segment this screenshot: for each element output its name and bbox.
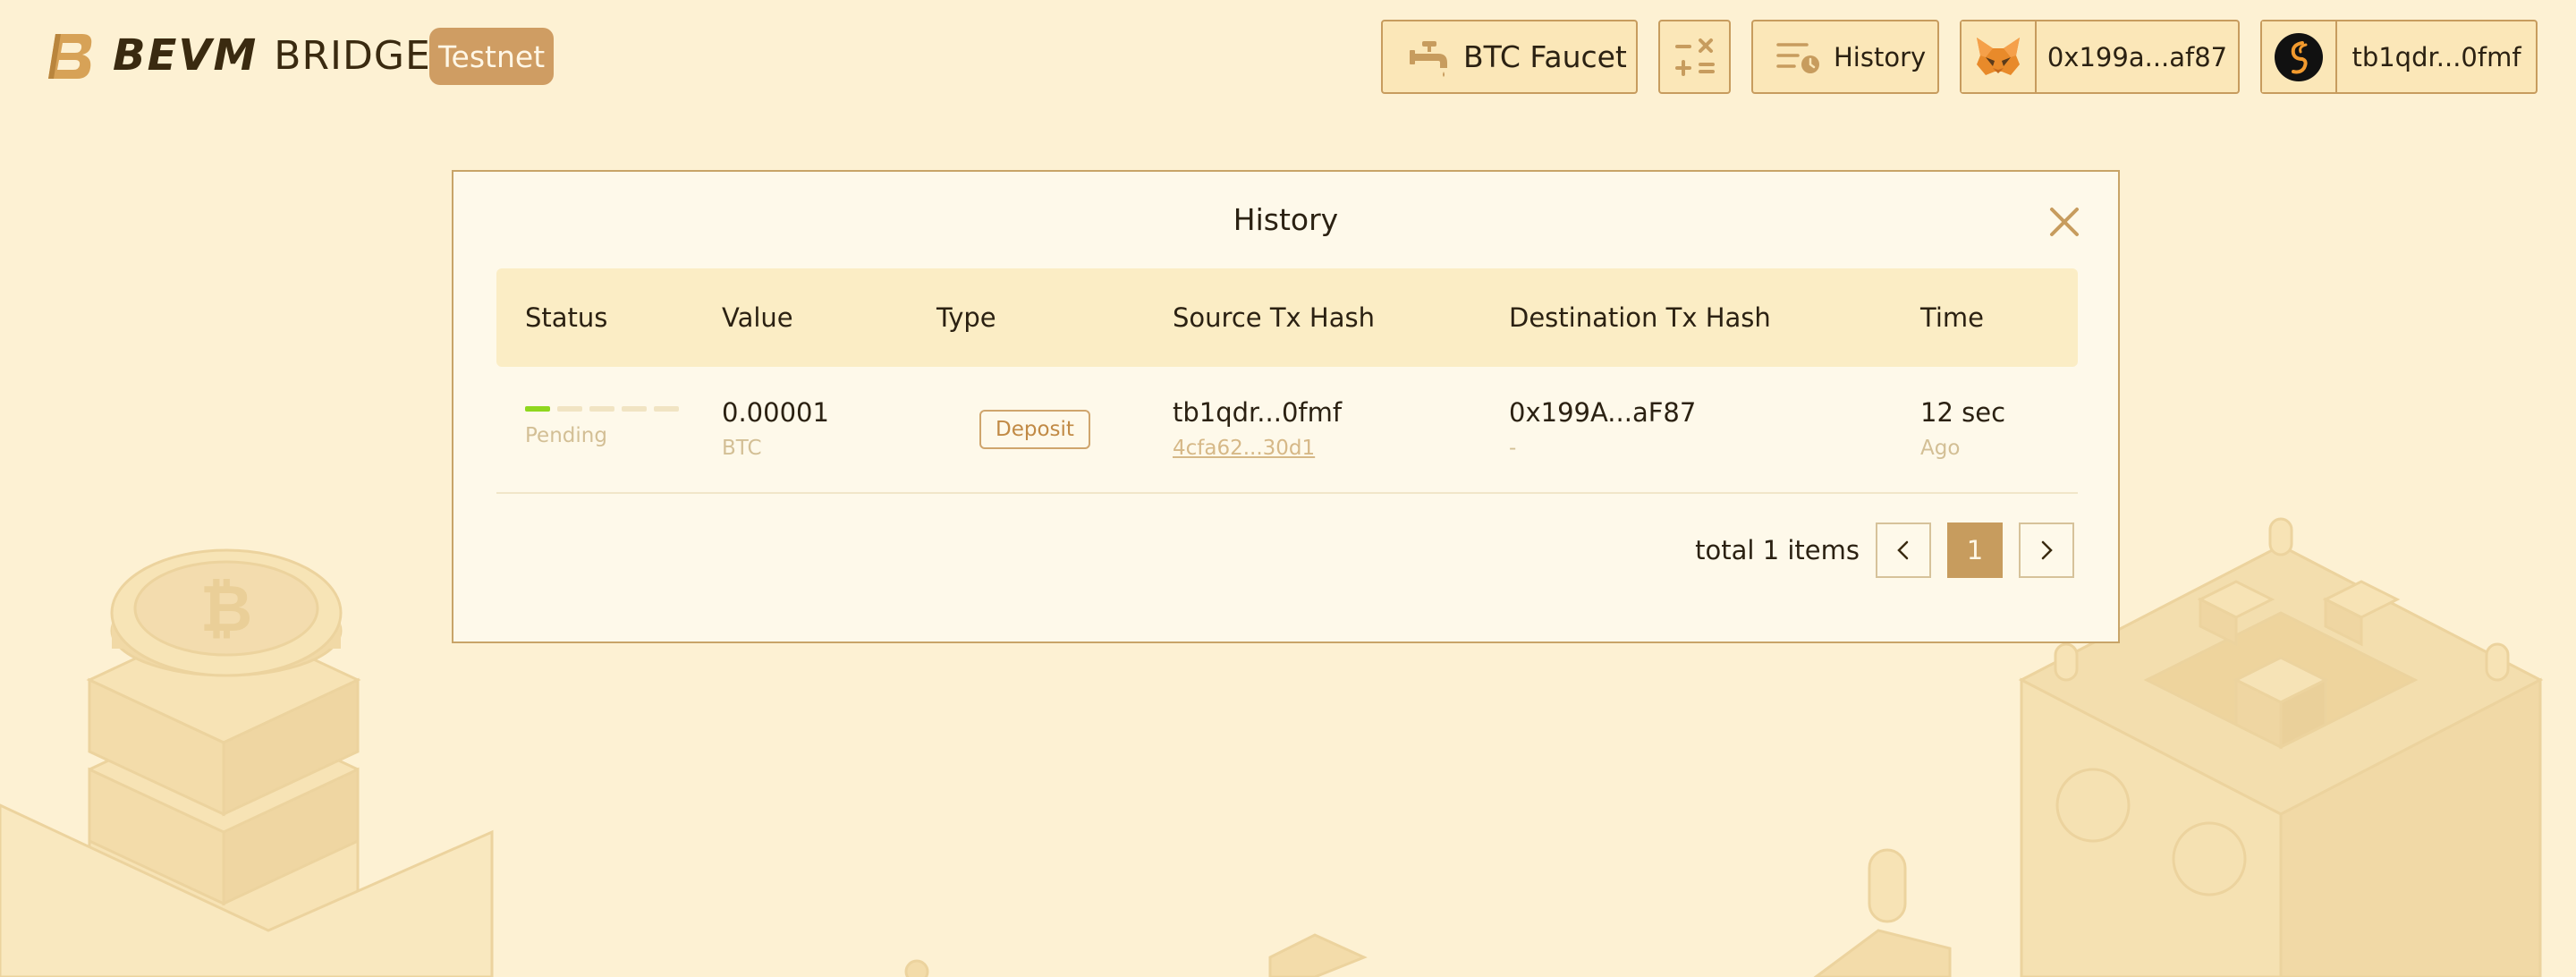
next-page-button[interactable] <box>2019 522 2074 578</box>
history-list-icon <box>1776 42 1819 73</box>
btc-wallet-address: tb1qdr...0fmf <box>2351 41 2521 72</box>
bevm-logo-icon <box>48 34 92 79</box>
column-header-value: Value <box>722 302 793 333</box>
prev-page-button[interactable] <box>1876 522 1931 578</box>
history-modal: History Status Value Type Source Tx Hash… <box>452 170 2120 643</box>
history-button[interactable]: History <box>1751 20 1939 94</box>
brand-logo[interactable]: BEVM BRIDGE <box>43 27 431 84</box>
destination-tx: - <box>1509 437 1517 460</box>
progress-step <box>589 406 614 412</box>
table-header: Status Value Type Source Tx Hash Destina… <box>496 268 2078 367</box>
column-header-destination-tx: Destination Tx Hash <box>1509 302 1771 333</box>
btc-faucet-button[interactable]: BTC Faucet <box>1381 20 1638 94</box>
pagination-total: total 1 items <box>1695 535 1860 565</box>
brand-name-bevm: BEVM <box>113 30 258 81</box>
column-header-source-tx: Source Tx Hash <box>1173 302 1375 333</box>
faucet-icon <box>1410 40 1447 77</box>
btc-wallet-button[interactable]: tb1qdr...0fmf <box>2260 20 2538 94</box>
table-row[interactable]: Pending 0.00001 BTC Deposit tb1qdr...0fm… <box>496 367 2078 494</box>
time-ago: Ago <box>1920 437 1961 460</box>
modal-title: History <box>1233 202 1339 237</box>
close-button[interactable] <box>2046 204 2082 240</box>
metamask-icon-box <box>1962 21 2037 92</box>
calculator-button[interactable] <box>1658 20 1731 94</box>
close-icon <box>2050 208 2079 236</box>
progress-step <box>557 406 582 412</box>
svg-text:₿: ₿ <box>200 571 253 646</box>
progress-step <box>622 406 647 412</box>
source-tx-link[interactable]: 4cfa62...30d1 <box>1173 437 1315 460</box>
history-label: History <box>1834 41 1927 72</box>
chevron-left-icon <box>1897 540 1909 560</box>
brand-name-bridge: BRIDGE <box>274 32 431 79</box>
status-progress-bar <box>525 406 679 412</box>
calculator-icon <box>1674 38 1715 76</box>
chevron-right-icon <box>2041 540 2053 560</box>
column-header-time: Time <box>1920 302 1984 333</box>
network-badge: Testnet <box>429 28 555 85</box>
metamask-fox-icon <box>1977 37 2020 75</box>
status-text: Pending <box>525 424 607 447</box>
progress-step-done <box>525 406 550 412</box>
time-value: 12 sec <box>1920 397 2006 428</box>
btc-wallet-icon <box>2275 32 2323 81</box>
source-address: tb1qdr...0fmf <box>1173 397 1343 428</box>
btc-wallet-icon-box <box>2262 21 2337 92</box>
value-amount: 0.00001 <box>722 397 829 428</box>
evm-wallet-button[interactable]: 0x199a...af87 <box>1960 20 2240 94</box>
column-header-type: Type <box>936 302 996 333</box>
destination-address: 0x199A...aF87 <box>1509 397 1697 428</box>
progress-step <box>654 406 679 412</box>
column-header-status: Status <box>525 302 608 333</box>
btc-faucet-label: BTC Faucet <box>1463 39 1627 74</box>
value-unit: BTC <box>722 437 762 460</box>
type-badge: Deposit <box>979 410 1090 449</box>
evm-wallet-address: 0x199a...af87 <box>2046 41 2228 72</box>
page-number-button[interactable]: 1 <box>1947 522 2003 578</box>
